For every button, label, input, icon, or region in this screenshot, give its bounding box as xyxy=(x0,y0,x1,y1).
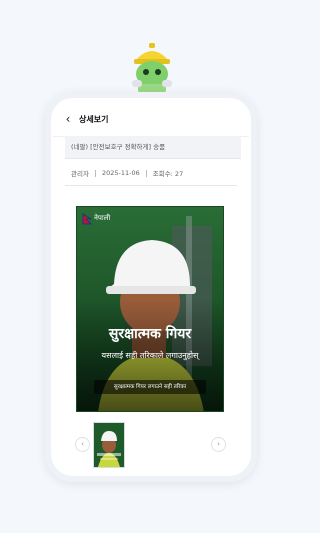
thumbnail-item[interactable] xyxy=(93,422,125,468)
chevron-right-icon[interactable]: › xyxy=(211,437,226,452)
poster-image[interactable]: नेपाली सुरक्षात्मक गियर यसलाई सही तरिकाल… xyxy=(76,206,224,412)
thumbnail-row: ‹ › xyxy=(71,422,233,468)
poster-title: सुरक्षात्मक गियर xyxy=(108,326,192,342)
meta-separator xyxy=(94,169,96,177)
poster-subtitle: यसलाई सही तरिकाले लगाउनुहोस् xyxy=(101,351,199,360)
post-date: 2025-11-06 xyxy=(101,169,140,177)
post-meta: 관리자 2025-11-06 조회수: 27 xyxy=(71,166,241,180)
page-title: 상세보기 xyxy=(79,114,109,124)
post-views: 조회수: 27 xyxy=(152,170,184,178)
thumbnail-image xyxy=(94,423,124,467)
header-bar: ‹ 상세보기 xyxy=(53,102,249,137)
chevron-left-icon[interactable]: ‹ xyxy=(75,437,90,452)
poster-caption: सुरक्षात्मक गियर लगाउने सही तरिका xyxy=(94,380,206,394)
back-chevron-icon[interactable]: ‹ xyxy=(57,112,79,126)
nepal-flag-icon xyxy=(82,213,92,225)
post-subject: (네팔) [안전보호구 정확하게] 숭품 xyxy=(65,136,241,159)
meta-separator xyxy=(145,169,147,177)
post-author: 관리자 xyxy=(71,170,89,178)
poster-language: नेपाली xyxy=(94,214,111,222)
mascot-illustration xyxy=(132,43,172,94)
detail-screen: ‹ 상세보기 (네팔) [안전보호구 정확하게] 숭품 관리자 2025-11-… xyxy=(53,102,249,472)
divider xyxy=(65,185,237,186)
